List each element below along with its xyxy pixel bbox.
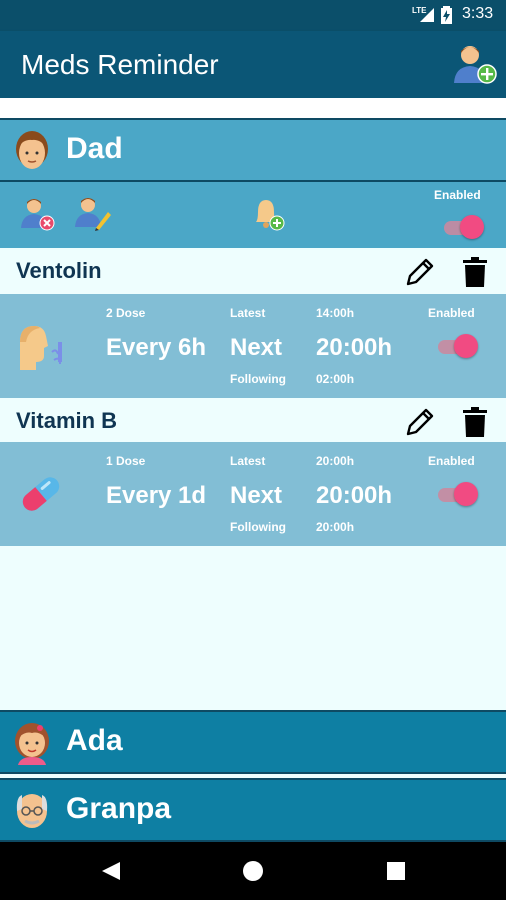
med-enabled-label: Enabled [428,306,475,320]
next-label: Next [230,334,283,361]
pill-icon [22,477,60,511]
med-title-row: Vitamin B [0,398,506,444]
next-label: Next [230,482,283,509]
med-enabled-toggle[interactable] [436,482,478,506]
clock: 3:33 [462,5,494,22]
enabled-label: Enabled [434,188,481,202]
person-toolbar: Enabled [0,182,506,248]
following-time: 02:00h [316,372,355,386]
grandpa-avatar-icon [16,794,48,828]
person-enabled-toggle[interactable] [442,215,484,239]
person-name: Dad [66,132,123,165]
back-icon[interactable] [100,860,122,882]
battery-charging-icon [441,6,452,24]
edit-person-icon[interactable] [74,194,112,232]
edit-pencil-icon[interactable] [404,406,436,438]
med-card[interactable]: 2 Dose Every 6h Latest Next Following 14… [0,294,506,398]
frequency: Every 6h [106,334,207,361]
remove-person-icon[interactable] [20,196,56,232]
system-nav-bar [0,842,506,900]
edit-pencil-icon[interactable] [404,256,436,288]
man-avatar-icon [16,131,48,169]
dose-label: 2 Dose [106,306,146,320]
following-label: Following [230,372,286,386]
next-time: 20:00h [316,482,393,509]
person-header-granpa[interactable]: Granpa [0,778,506,842]
trash-icon[interactable] [460,406,490,438]
med-title-row: Ventolin [0,248,506,294]
girl-avatar-icon [15,723,49,765]
recents-icon[interactable] [386,861,406,881]
add-alarm-icon[interactable] [248,194,288,234]
list-top-spacer [0,98,506,118]
app-bar: Meds Reminder [0,31,506,98]
med-card[interactable]: 1 Dose Every 1d Latest Next Following 20… [0,442,506,546]
med-name: Ventolin [16,258,102,283]
add-person-icon[interactable] [452,43,498,85]
following-time: 20:00h [316,520,355,534]
latest-time: 14:00h [316,306,355,320]
home-icon[interactable] [242,860,264,882]
frequency: Every 1d [106,482,207,509]
person-header-ada[interactable]: Ada [0,710,506,774]
inhaler-icon [20,326,62,370]
latest-label: Latest [230,306,266,320]
following-label: Following [230,520,286,534]
person-name: Ada [66,724,123,757]
app-title: Meds Reminder [21,49,219,80]
person-name: Granpa [66,792,172,825]
med-enabled-toggle[interactable] [436,334,478,358]
latest-label: Latest [230,454,266,468]
med-enabled-label: Enabled [428,454,475,468]
trash-icon[interactable] [460,256,490,288]
med-name: Vitamin B [16,408,118,433]
person-header-dad[interactable]: Dad [0,118,506,182]
dose-label: 1 Dose [106,454,146,468]
latest-time: 20:00h [316,454,355,468]
next-time: 20:00h [316,334,393,361]
status-bar: LTE 3:33 [0,0,506,31]
signal-icon [420,8,434,22]
